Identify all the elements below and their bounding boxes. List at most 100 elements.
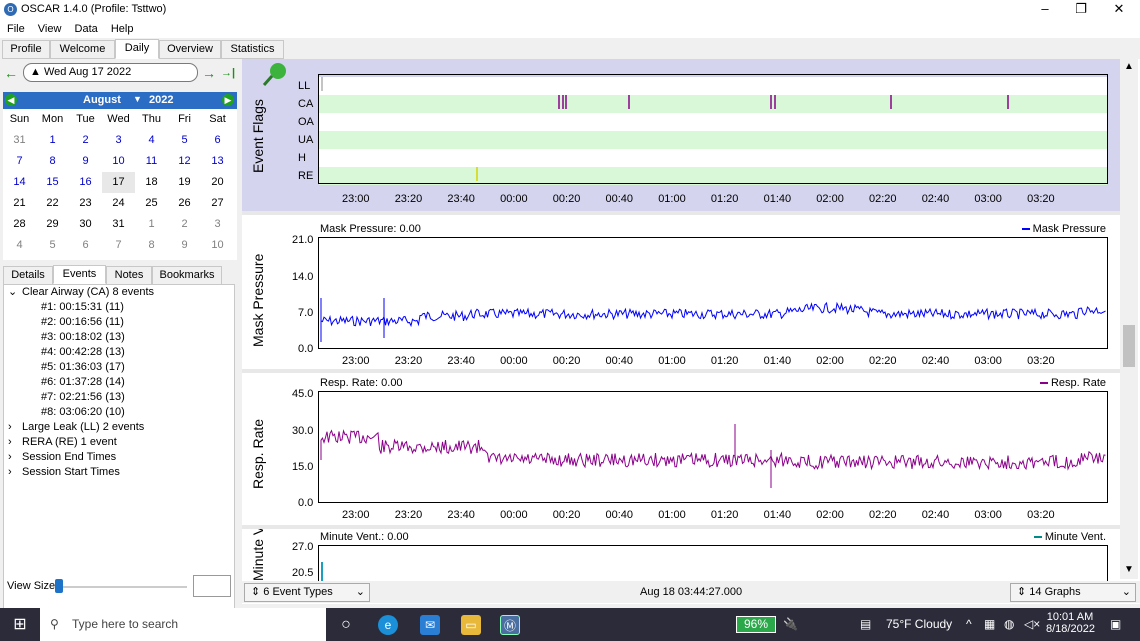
next-day-button[interactable]: → xyxy=(202,65,216,81)
calendar-day[interactable]: 31 xyxy=(3,130,36,151)
tree-event-item[interactable]: #4: 00:42:28 (13) xyxy=(4,345,234,360)
tab-profile[interactable]: Profile xyxy=(2,40,50,59)
calendar-day[interactable]: 16 xyxy=(69,172,102,193)
calendar-day[interactable]: 7 xyxy=(102,235,135,256)
calendar-day[interactable]: 3 xyxy=(102,130,135,151)
tab-details[interactable]: Details xyxy=(3,266,53,285)
calendar-day[interactable]: 5 xyxy=(36,235,69,256)
calendar-day[interactable]: 11 xyxy=(135,151,168,172)
close-button[interactable]: ✕ xyxy=(1100,0,1138,20)
tree-group[interactable]: ⌄ Clear Airway (CA) 8 events xyxy=(4,285,234,300)
maximize-button[interactable]: ❐ xyxy=(1062,0,1100,20)
scroll-down-icon[interactable]: ▼ xyxy=(1124,564,1134,575)
calendar-day[interactable]: 22 xyxy=(36,193,69,214)
calendar-day[interactable]: 1 xyxy=(36,130,69,151)
tab-daily[interactable]: Daily xyxy=(115,39,159,59)
tree-event-item[interactable]: #1: 00:15:31 (11) xyxy=(4,300,234,315)
calendar-day[interactable]: 2 xyxy=(69,130,102,151)
scroll-thumb[interactable] xyxy=(1123,325,1135,367)
calendar-day[interactable]: 30 xyxy=(69,214,102,235)
calendar-day[interactable]: 6 xyxy=(69,235,102,256)
calendar-day[interactable]: 14 xyxy=(3,172,36,193)
calendar-day[interactable]: 21 xyxy=(3,193,36,214)
expand-chevron-icon[interactable]: ⌄ xyxy=(8,285,22,300)
next-month-icon[interactable]: ▶ xyxy=(222,94,234,106)
graphs-scrollbar[interactable]: ▲ ▼ xyxy=(1120,59,1138,579)
tab-statistics[interactable]: Statistics xyxy=(221,40,284,59)
notifications-icon[interactable]: ▣ xyxy=(1110,608,1121,641)
calendar-day[interactable]: 10 xyxy=(201,235,234,256)
calendar-day[interactable]: 23 xyxy=(69,193,102,214)
file-explorer-icon[interactable]: ▭ xyxy=(461,615,481,635)
date-picker[interactable]: ▲ Wed Aug 17 2022 xyxy=(23,63,198,82)
tab-events[interactable]: Events xyxy=(53,265,106,284)
mail-icon[interactable]: ✉ xyxy=(420,615,440,635)
calendar-day[interactable]: 17 xyxy=(102,172,135,193)
tree-group[interactable]: › Large Leak (LL) 2 events xyxy=(4,420,234,435)
tree-group[interactable]: › RERA (RE) 1 event xyxy=(4,435,234,450)
event-types-dropdown[interactable]: ⇕ 6 Event Types ⌄ xyxy=(244,583,370,602)
calendar-day[interactable]: 26 xyxy=(168,193,201,214)
menu-view[interactable]: View xyxy=(38,20,62,38)
calendar-day[interactable]: 8 xyxy=(36,151,69,172)
calendar-day[interactable]: 4 xyxy=(3,235,36,256)
menu-help[interactable]: Help xyxy=(111,20,134,38)
calendar-day[interactable]: 10 xyxy=(102,151,135,172)
calendar-month[interactable]: August xyxy=(83,94,121,106)
calendar-day[interactable]: 4 xyxy=(135,130,168,151)
calendar-day[interactable]: 27 xyxy=(201,193,234,214)
edge-icon[interactable]: e xyxy=(378,615,398,635)
calendar-day[interactable]: 2 xyxy=(168,214,201,235)
tab-overview[interactable]: Overview xyxy=(159,40,221,59)
calendar-day[interactable]: 18 xyxy=(135,172,168,193)
view-size-slider[interactable] xyxy=(55,579,63,593)
calendar-day[interactable]: 20 xyxy=(201,172,234,193)
tree-event-item[interactable]: #3: 00:18:02 (13) xyxy=(4,330,234,345)
calendar-day[interactable]: 9 xyxy=(168,235,201,256)
view-size-box[interactable] xyxy=(193,575,231,597)
scroll-up-icon[interactable]: ▲ xyxy=(1124,61,1134,72)
volume-icon[interactable]: ◁× xyxy=(1024,608,1040,641)
collapse-chevron-icon[interactable]: › xyxy=(8,435,22,450)
menu-data[interactable]: Data xyxy=(75,20,98,38)
collapse-chevron-icon[interactable]: › xyxy=(8,420,22,435)
calendar-day[interactable]: 13 xyxy=(201,151,234,172)
calendar-day[interactable]: 9 xyxy=(69,151,102,172)
calendar-year[interactable]: 2022 xyxy=(149,94,173,106)
calendar-day[interactable]: 24 xyxy=(102,193,135,214)
tray-chevron-icon[interactable]: ^ xyxy=(966,608,972,641)
tree-event-item[interactable]: #5: 01:36:03 (17) xyxy=(4,360,234,375)
weather-icon[interactable]: ▤ xyxy=(860,608,871,641)
calendar-day[interactable]: 25 xyxy=(135,193,168,214)
menu-file[interactable]: File xyxy=(7,20,25,38)
tree-group[interactable]: › Session Start Times xyxy=(4,465,234,480)
tree-event-item[interactable]: #2: 00:16:56 (11) xyxy=(4,315,234,330)
calendar-day[interactable]: 29 xyxy=(36,214,69,235)
tree-event-item[interactable]: #6: 01:37:28 (14) xyxy=(4,375,234,390)
tab-notes[interactable]: Notes xyxy=(106,266,152,285)
calendar-toggle-icon[interactable]: ▲ xyxy=(30,66,41,78)
taskbar-search[interactable]: ⚲ Type here to search xyxy=(40,608,326,641)
battery-indicator[interactable]: 96% xyxy=(736,616,776,633)
calendar-day[interactable]: 8 xyxy=(135,235,168,256)
calendar-day[interactable]: 1 xyxy=(135,214,168,235)
calendar-day[interactable]: 19 xyxy=(168,172,201,193)
last-day-button[interactable]: →| xyxy=(221,67,235,79)
prev-month-icon[interactable]: ◀ xyxy=(5,94,17,106)
calendar-day[interactable]: 5 xyxy=(168,130,201,151)
graphs-dropdown[interactable]: ⇕ 14 Graphs ⌄ xyxy=(1010,583,1136,602)
tree-event-item[interactable]: #7: 02:21:56 (13) xyxy=(4,390,234,405)
weather-text[interactable]: 75°F Cloudy xyxy=(886,608,952,641)
calendar-day[interactable]: 7 xyxy=(3,151,36,172)
month-dropdown-icon[interactable]: ▼ xyxy=(133,94,142,104)
calendar-day[interactable]: 6 xyxy=(201,130,234,151)
calendar-day[interactable]: 31 xyxy=(102,214,135,235)
clock[interactable]: 10:01 AM 8/18/2022 xyxy=(1046,611,1095,635)
tab-welcome[interactable]: Welcome xyxy=(50,40,115,59)
calendar-day[interactable]: 3 xyxy=(201,214,234,235)
network-icon[interactable]: ▦ xyxy=(984,608,995,641)
task-view-icon[interactable]: ○ xyxy=(336,615,356,635)
globe-icon[interactable]: ◍ xyxy=(1004,608,1014,641)
minimize-button[interactable]: – xyxy=(1026,0,1064,20)
tree-event-item[interactable]: #8: 03:06:20 (10) xyxy=(4,405,234,420)
